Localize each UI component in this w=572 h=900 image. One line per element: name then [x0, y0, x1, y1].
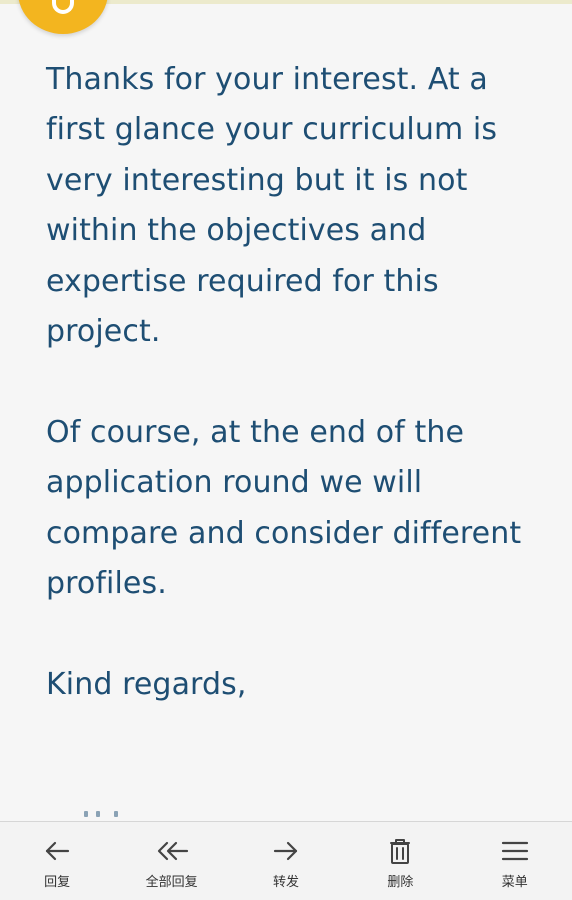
reply-button-label: 回复 [44, 875, 71, 890]
message-paragraph-3: Kind regards, [46, 666, 247, 702]
message-paragraph-1: Thanks for your interest. At a first gla… [46, 62, 498, 350]
menu-button-label: 菜单 [501, 875, 528, 890]
reply-all-button[interactable]: 全部回复 [124, 834, 220, 896]
forward-button-label: 转发 [272, 875, 299, 890]
arrow-left-icon [40, 834, 74, 868]
sender-avatar[interactable] [18, 0, 108, 34]
menu-button[interactable]: 菜单 [467, 834, 563, 896]
email-reader-screen: Thanks for your interest. At a first gla… [0, 0, 572, 900]
arrow-right-icon [269, 834, 303, 868]
cropped-signature-line [46, 801, 166, 819]
signature-fragment [96, 811, 100, 817]
message-paragraph-2: Of course, at the end of the application… [46, 414, 522, 602]
signature-fragment [84, 811, 88, 817]
trash-icon [383, 834, 417, 868]
double-arrow-left-icon [155, 834, 189, 868]
email-action-toolbar: 回复 全部回复 转发 删除 菜单 [0, 821, 572, 900]
avatar-mark-icon [52, 0, 74, 14]
reply-button[interactable]: 回复 [9, 834, 105, 896]
forward-button[interactable]: 转发 [238, 834, 334, 896]
reply-all-button-label: 全部回复 [145, 875, 198, 890]
menu-icon [498, 834, 532, 868]
email-message-body: Thanks for your interest. At a first gla… [46, 55, 541, 761]
delete-button-label: 删除 [387, 875, 414, 890]
signature-fragment [114, 811, 118, 817]
delete-button[interactable]: 删除 [352, 834, 448, 896]
